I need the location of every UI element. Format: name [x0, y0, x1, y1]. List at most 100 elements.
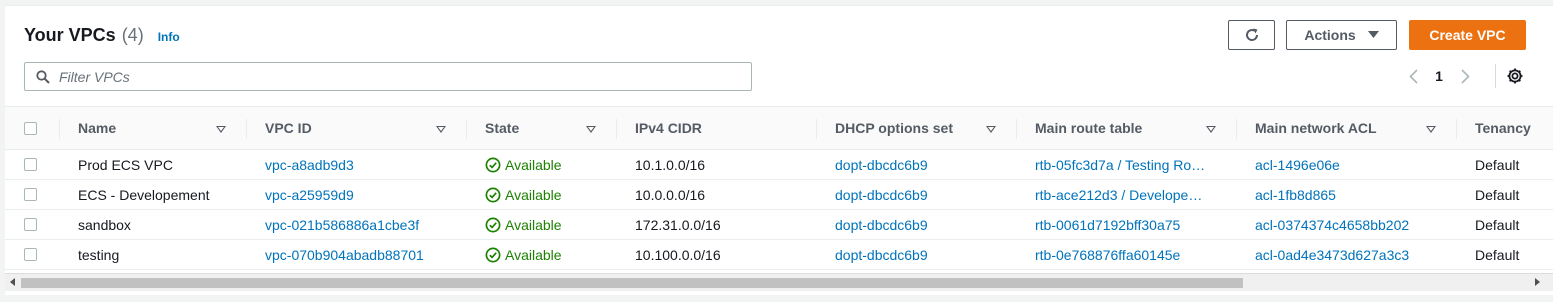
actions-label: Actions	[1304, 27, 1356, 43]
column-header-name[interactable]: Name	[78, 107, 116, 149]
dhcp-options-link[interactable]: dopt-dbcdc6b9	[835, 240, 1015, 269]
tenancy: Default	[1475, 246, 1520, 263]
horizontal-scrollbar[interactable]	[5, 273, 1553, 291]
network-acl-link[interactable]: acl-0374374c4658bb202	[1255, 210, 1455, 239]
tenancy: Default	[1475, 156, 1520, 173]
page-number[interactable]: 1	[1421, 68, 1457, 84]
table-row[interactable]: ECS - Developement vpc-a25959d9 Availabl…	[5, 180, 1553, 210]
column-header-dhcp-options[interactable]: DHCP options set	[835, 107, 953, 149]
vpc-name: ECS - Developement	[78, 186, 210, 203]
scrollbar-thumb[interactable]	[21, 278, 1243, 288]
sort-icon[interactable]	[986, 126, 996, 133]
sort-icon[interactable]	[436, 126, 446, 133]
column-header-ipv4-cidr[interactable]: IPv4 CIDR	[635, 107, 702, 149]
pagination: 1	[1405, 66, 1473, 86]
column-header-main-route-table[interactable]: Main route table	[1035, 107, 1142, 149]
sort-icon[interactable]	[1426, 126, 1436, 133]
vpc-name: Prod ECS VPC	[78, 156, 173, 173]
row-checkbox[interactable]	[24, 248, 37, 261]
check-circle-icon	[485, 187, 501, 202]
check-circle-icon	[485, 217, 501, 232]
ipv4-cidr: 10.1.0.0/16	[635, 156, 706, 173]
row-select-cell	[24, 180, 37, 209]
row-checkbox[interactable]	[24, 218, 37, 231]
state-cell: Available	[485, 150, 615, 179]
vpc-id-link[interactable]: vpc-a8adb9d3	[265, 150, 455, 179]
vpc-id-link[interactable]: vpc-021b586886a1cbe3f	[265, 210, 455, 239]
column-divider	[59, 119, 60, 139]
search-icon	[36, 69, 50, 84]
select-all-cell	[24, 107, 37, 149]
column-divider[interactable]	[816, 119, 817, 139]
state-cell: Available	[485, 180, 615, 209]
route-table-link[interactable]: rtb-0061d7192bff30a75	[1035, 210, 1221, 239]
scroll-left-arrow-icon[interactable]	[10, 278, 15, 286]
ipv4-cidr: 10.100.0.0/16	[635, 246, 721, 263]
row-select-cell	[24, 210, 37, 239]
state-label: Available	[505, 246, 562, 263]
create-vpc-button[interactable]: Create VPC	[1409, 20, 1526, 50]
tenancy: Default	[1475, 216, 1520, 233]
sort-icon[interactable]	[1206, 126, 1216, 133]
dhcp-options-link[interactable]: dopt-dbcdc6b9	[835, 180, 1015, 209]
sort-icon[interactable]	[216, 126, 226, 133]
route-table-link[interactable]: rtb-ace212d3 / Develope…	[1035, 180, 1221, 209]
vpc-name: testing	[78, 246, 120, 263]
prev-page-button[interactable]	[1405, 66, 1421, 86]
scroll-right-arrow-icon[interactable]	[1535, 278, 1540, 286]
network-acl-link[interactable]: acl-1fb8d865	[1255, 180, 1455, 209]
dhcp-options-link[interactable]: dopt-dbcdc6b9	[835, 210, 1015, 239]
column-divider[interactable]	[1016, 119, 1017, 139]
gear-icon[interactable]	[1506, 67, 1524, 85]
column-divider[interactable]	[616, 119, 617, 139]
column-header-main-network-acl[interactable]: Main network ACL	[1255, 107, 1377, 149]
table-row[interactable]: sandbox vpc-021b586886a1cbe3f Available …	[5, 210, 1553, 240]
column-divider[interactable]	[1456, 119, 1457, 139]
pagination-divider	[1495, 64, 1496, 88]
vpc-name: sandbox	[78, 216, 131, 233]
ipv4-cidr: 172.31.0.0/16	[635, 216, 721, 233]
row-checkbox[interactable]	[24, 188, 37, 201]
row-select-cell	[24, 150, 37, 179]
vpc-count: (4)	[121, 25, 144, 45]
filter-box[interactable]	[24, 62, 752, 91]
column-header-tenancy[interactable]: Tenancy	[1475, 107, 1531, 149]
network-acl-link[interactable]: acl-1496e06e	[1255, 150, 1455, 179]
state-label: Available	[505, 156, 562, 173]
network-acl-link[interactable]: acl-0ad4e3473d627a3c3	[1255, 240, 1455, 269]
ipv4-cidr: 10.0.0.0/16	[635, 186, 706, 203]
check-circle-icon	[485, 157, 501, 172]
table-row[interactable]: testing vpc-070b904abadb88701 Available …	[5, 240, 1553, 270]
dhcp-options-link[interactable]: dopt-dbcdc6b9	[835, 150, 1015, 179]
info-link[interactable]: Info	[158, 30, 180, 44]
table-row[interactable]: Prod ECS VPC vpc-a8adb9d3 Available 10.1…	[5, 150, 1553, 180]
actions-button[interactable]: Actions	[1286, 20, 1397, 50]
state-label: Available	[505, 186, 562, 203]
vpc-id-link[interactable]: vpc-070b904abadb88701	[265, 240, 455, 269]
page-title: Your VPCs	[24, 25, 116, 45]
column-header-state[interactable]: State	[485, 107, 519, 149]
state-label: Available	[505, 216, 562, 233]
route-table-link[interactable]: rtb-0e768876ffa60145e	[1035, 240, 1221, 269]
column-header-vpc-id[interactable]: VPC ID	[265, 107, 312, 149]
vpc-id-link[interactable]: vpc-a25959d9	[265, 180, 455, 209]
check-circle-icon	[485, 247, 501, 262]
vpc-table: Name VPC ID State IPv4 CIDR DHCP options…	[5, 106, 1553, 270]
column-divider[interactable]	[1236, 119, 1237, 139]
next-page-button[interactable]	[1457, 66, 1473, 86]
state-cell: Available	[485, 210, 615, 239]
column-divider[interactable]	[246, 119, 247, 139]
chevron-left-icon	[1408, 68, 1418, 84]
filter-vpcs-input[interactable]	[59, 68, 719, 85]
vpc-list-panel: Your VPCs (4) Info Actions Create VPC 1	[5, 5, 1553, 295]
route-table-link[interactable]: rtb-05fc3d7a / Testing Ro…	[1035, 150, 1221, 179]
tenancy: Default	[1475, 186, 1520, 203]
row-checkbox[interactable]	[24, 158, 37, 171]
refresh-icon	[1245, 28, 1258, 41]
sort-icon[interactable]	[586, 126, 596, 133]
caret-down-icon	[1367, 31, 1379, 38]
refresh-button[interactable]	[1228, 20, 1275, 50]
panel-header: Your VPCs (4) Info	[24, 25, 180, 46]
column-divider[interactable]	[466, 119, 467, 139]
select-all-checkbox[interactable]	[24, 121, 37, 135]
